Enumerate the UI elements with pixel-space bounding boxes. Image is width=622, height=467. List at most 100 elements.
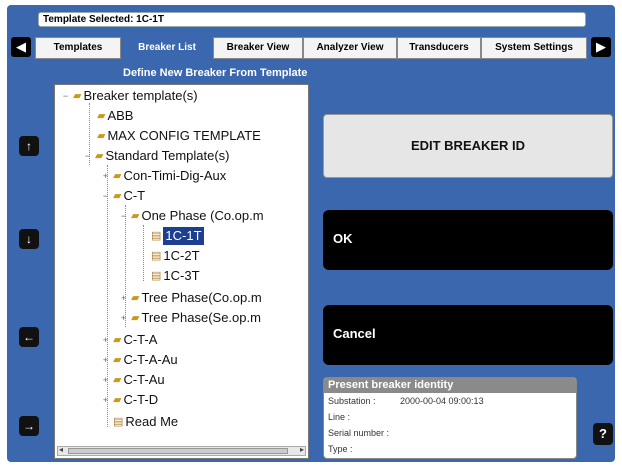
substation-value: 2000-00-04 09:00:13: [400, 396, 484, 406]
read-me-icon: ▤: [113, 416, 124, 428]
tree-node[interactable]: + ▰ C-T-A: [101, 331, 158, 349]
arrow-up-button[interactable]: ↑: [19, 136, 39, 156]
folder-icon: ▰: [113, 354, 122, 366]
expand-icon[interactable]: +: [101, 167, 110, 185]
arrow-down-button[interactable]: ↓: [19, 229, 39, 249]
tree-node[interactable]: ▰ ABB: [97, 107, 133, 125]
arrow-right-button[interactable]: →: [19, 416, 39, 436]
folder-icon: ▰: [113, 190, 122, 202]
folder-icon: ▰: [113, 170, 122, 182]
page-subtitle: Define New Breaker From Template: [123, 67, 308, 79]
tree-node-label: Standard Template(s): [105, 148, 230, 163]
tree-node-label: C-T-A-Au: [123, 352, 178, 367]
tab-transducers[interactable]: Transducers: [397, 37, 481, 59]
tree-node[interactable]: ▰ MAX CONFIG TEMPLATE: [97, 127, 261, 145]
tree-node[interactable]: − ▰ Standard Template(s): [83, 147, 230, 165]
scroll-left-icon[interactable]: ◂: [59, 445, 63, 454]
folder-icon: ▰: [97, 110, 106, 122]
collapse-icon[interactable]: −: [101, 187, 110, 205]
tree-node-label: 1C-3T: [163, 268, 200, 283]
arrow-left-button[interactable]: ←: [19, 327, 39, 347]
tree-node[interactable]: − ▰ Breaker template(s): [61, 87, 198, 105]
ok-button[interactable]: OK: [323, 210, 613, 270]
tab-prev-button[interactable]: ◀: [11, 37, 31, 57]
identity-panel-title: Present breaker identity: [324, 378, 576, 393]
serial-row: Serial number :: [324, 425, 576, 441]
folder-icon: ▰: [131, 210, 140, 222]
arrow-right-icon: →: [23, 419, 35, 433]
template-file-icon: ▤: [151, 230, 162, 242]
tree-node[interactable]: ▤ 1C-3T: [151, 267, 200, 285]
folder-icon: ▰: [97, 130, 106, 142]
template-file-icon: ▤: [151, 270, 162, 282]
collapse-icon[interactable]: −: [61, 87, 70, 105]
help-icon: ?: [599, 426, 607, 441]
collapse-icon[interactable]: −: [83, 147, 92, 165]
arrow-down-icon: ↓: [26, 232, 32, 246]
tree-node[interactable]: ▤ Read Me: [113, 413, 178, 431]
tree-node-label: 1C-1T: [163, 227, 204, 245]
tab-templates[interactable]: Templates: [35, 37, 121, 59]
tree-node[interactable]: + ▰ C-T-Au: [101, 371, 165, 389]
cancel-button[interactable]: Cancel: [323, 305, 613, 365]
template-tree[interactable]: − ▰ Breaker template(s) ▰ ABB ▰ MAX CONFIG T…: [54, 84, 309, 459]
expand-icon[interactable]: +: [101, 351, 110, 369]
expand-icon[interactable]: +: [101, 371, 110, 389]
tab-analyzer-view[interactable]: Analyzer View: [303, 37, 397, 59]
edit-breaker-id-button[interactable]: EDIT BREAKER ID: [323, 114, 613, 178]
tree-node-label: 1C-2T: [163, 248, 200, 263]
tab-next-button[interactable]: ▶: [591, 37, 611, 57]
tree-node[interactable]: + ▰ Con-Timi-Dig-Aux: [101, 167, 226, 185]
tree-node-label: Con-Timi-Dig-Aux: [123, 168, 227, 183]
tree-node[interactable]: + ▰ C-T-D: [101, 391, 158, 409]
expand-icon[interactable]: +: [101, 331, 110, 349]
tree-node-label: Tree Phase(Co.op.m: [141, 290, 262, 305]
tree-node-label: C-T-Au: [123, 372, 165, 387]
tree-node-label: One Phase (Co.op.m: [141, 208, 264, 223]
folder-icon: ▰: [73, 90, 82, 102]
template-selected-bar: Template Selected: 1C-1T: [38, 12, 586, 27]
tree-node[interactable]: ▤ 1C-2T: [151, 247, 200, 265]
folder-icon: ▰: [131, 292, 140, 304]
tree-node[interactable]: + ▰ Tree Phase(Se.op.m: [119, 309, 261, 327]
folder-icon: ▰: [113, 374, 122, 386]
tree-node[interactable]: − ▰ One Phase (Co.op.m: [119, 207, 264, 225]
tree-node-label: C-T-D: [123, 392, 159, 407]
line-label: Line :: [328, 412, 351, 422]
collapse-icon[interactable]: −: [119, 207, 128, 225]
tree-node[interactable]: − ▰ C-T: [101, 187, 145, 205]
tree-node-label: MAX CONFIG TEMPLATE: [107, 128, 261, 143]
type-label: Type :: [328, 444, 353, 454]
tree-node-label: Read Me: [125, 414, 179, 429]
folder-icon: ▰: [95, 150, 104, 162]
expand-icon[interactable]: +: [119, 289, 128, 307]
serial-number-label: Serial number :: [328, 428, 390, 438]
type-row: Type :: [324, 441, 576, 457]
tab-system-settings[interactable]: System Settings: [481, 37, 587, 59]
tree-node-label: ABB: [107, 108, 134, 123]
expand-icon[interactable]: +: [119, 309, 128, 327]
tree-connector: [143, 225, 144, 281]
tab-bar: ◀ Templates Breaker List Breaker View An…: [7, 34, 615, 61]
folder-icon: ▰: [113, 394, 122, 406]
tree-node-label: Tree Phase(Se.op.m: [141, 310, 261, 325]
line-row: Line :: [324, 409, 576, 425]
template-file-icon: ▤: [151, 250, 162, 262]
horizontal-scrollbar[interactable]: ◂ ▸: [57, 445, 306, 456]
arrow-left-icon: ←: [23, 330, 35, 344]
folder-icon: ▰: [113, 334, 122, 346]
expand-icon[interactable]: +: [101, 391, 110, 409]
scrollbar-thumb[interactable]: [68, 448, 288, 454]
tree-node[interactable]: + ▰ Tree Phase(Co.op.m: [119, 289, 262, 307]
arrow-up-icon: ↑: [26, 139, 32, 153]
tab-breaker-view[interactable]: Breaker View: [213, 37, 303, 59]
tree-node-label: Breaker template(s): [83, 88, 198, 103]
help-button[interactable]: ?: [593, 423, 613, 445]
tree-node[interactable]: + ▰ C-T-A-Au: [101, 351, 178, 369]
tree-node-selected[interactable]: ▤ 1C-1T: [151, 227, 204, 245]
tree-node-label: C-T: [123, 188, 146, 203]
folder-icon: ▰: [131, 312, 140, 324]
substation-row: Substation : 2000-00-04 09:00:13: [324, 393, 576, 409]
tab-breaker-list[interactable]: Breaker List: [121, 37, 213, 61]
scroll-right-icon[interactable]: ▸: [300, 445, 304, 454]
